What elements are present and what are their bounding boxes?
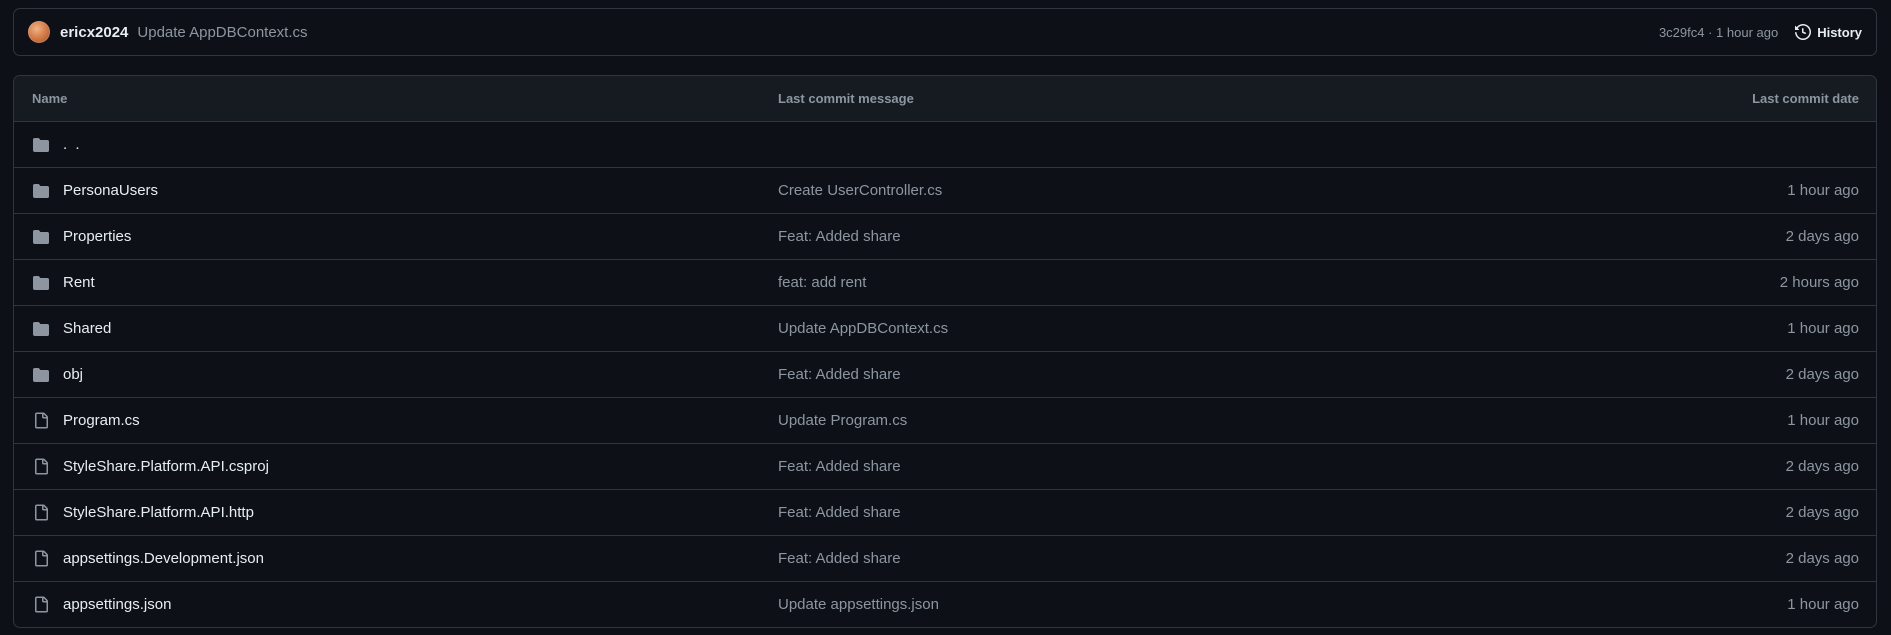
file-row[interactable]: appsettings.json Update appsettings.json… xyxy=(14,582,1876,627)
commit-date: 2 days ago xyxy=(1785,504,1859,521)
folder-icon xyxy=(31,365,51,385)
file-row[interactable]: appsettings.Development.json Feat: Added… xyxy=(14,536,1876,582)
commit-message-link[interactable]: Create UserController.cs xyxy=(778,182,1576,199)
file-name-link[interactable]: Rent xyxy=(63,274,95,291)
file-name-link[interactable]: StyleShare.Platform.API.http xyxy=(63,504,254,521)
commit-message-link[interactable]: Feat: Added share xyxy=(778,550,1576,567)
file-name-link[interactable]: appsettings.json xyxy=(63,596,171,613)
file-name-link[interactable]: StyleShare.Platform.API.csproj xyxy=(63,458,269,475)
commit-hash-time[interactable]: 3c29fc4 · 1 hour ago xyxy=(1659,25,1778,40)
folder-icon xyxy=(31,135,51,155)
commit-message-link[interactable]: Feat: Added share xyxy=(778,366,1576,383)
file-row[interactable]: Rent feat: add rent 2 hours ago xyxy=(14,260,1876,306)
file-row[interactable]: Program.cs Update Program.cs 1 hour ago xyxy=(14,398,1876,444)
file-row[interactable]: Properties Feat: Added share 2 days ago xyxy=(14,214,1876,260)
commit-date: 1 hour ago xyxy=(1787,412,1859,429)
history-button[interactable]: History xyxy=(1795,24,1862,40)
folder-icon xyxy=(31,273,51,293)
folder-icon xyxy=(31,181,51,201)
file-row[interactable]: obj Feat: Added share 2 days ago xyxy=(14,352,1876,398)
commit-date: 1 hour ago xyxy=(1787,596,1859,613)
file-name-link[interactable]: PersonaUsers xyxy=(63,182,158,199)
history-label: History xyxy=(1817,24,1862,40)
file-row[interactable]: StyleShare.Platform.API.http Feat: Added… xyxy=(14,490,1876,536)
history-icon xyxy=(1795,24,1812,40)
commit-date: 2 hours ago xyxy=(1779,274,1859,291)
commit-message-link[interactable]: Feat: Added share xyxy=(778,458,1576,475)
header-message: Last commit message xyxy=(778,91,914,106)
commit-message-link[interactable]: Update appsettings.json xyxy=(778,596,1576,613)
commit-message-link[interactable]: Update AppDBContext.cs xyxy=(778,320,1576,337)
commit-message-link[interactable]: Feat: Added share xyxy=(778,228,1576,245)
table-header: Name Last commit message Last commit dat… xyxy=(14,76,1876,122)
author-avatar[interactable] xyxy=(28,21,50,43)
file-icon xyxy=(31,549,51,569)
commit-date: 2 days ago xyxy=(1785,366,1859,383)
file-rows: PersonaUsers Create UserController.cs 1 … xyxy=(14,168,1876,627)
file-table: Name Last commit message Last commit dat… xyxy=(13,75,1877,628)
file-name-link[interactable]: appsettings.Development.json xyxy=(63,550,264,567)
header-date: Last commit date xyxy=(1752,91,1859,106)
file-row[interactable]: StyleShare.Platform.API.csproj Feat: Add… xyxy=(14,444,1876,490)
commit-author[interactable]: ericx2024 xyxy=(60,24,128,41)
commit-date: 2 days ago xyxy=(1785,550,1859,567)
file-row[interactable]: Shared Update AppDBContext.cs 1 hour ago xyxy=(14,306,1876,352)
file-icon xyxy=(31,411,51,431)
folder-icon xyxy=(31,227,51,247)
commit-date: 1 hour ago xyxy=(1787,182,1859,199)
file-row[interactable]: PersonaUsers Create UserController.cs 1 … xyxy=(14,168,1876,214)
file-name-link[interactable]: Shared xyxy=(63,320,111,337)
commit-message-link[interactable]: feat: add rent xyxy=(778,274,1576,291)
commit-message-link[interactable]: Feat: Added share xyxy=(778,504,1576,521)
file-icon xyxy=(31,503,51,523)
latest-commit-bar: ericx2024 Update AppDBContext.cs 3c29fc4… xyxy=(13,8,1877,56)
file-icon xyxy=(31,457,51,477)
parent-directory-link[interactable]: . . xyxy=(63,136,82,153)
header-name: Name xyxy=(32,91,68,106)
file-name-link[interactable]: Properties xyxy=(63,228,131,245)
commit-date: 2 days ago xyxy=(1785,458,1859,475)
commit-date: 2 days ago xyxy=(1785,228,1859,245)
commit-date: 1 hour ago xyxy=(1787,320,1859,337)
folder-icon xyxy=(31,319,51,339)
file-name-link[interactable]: Program.cs xyxy=(63,412,140,429)
parent-directory-row[interactable]: . . xyxy=(14,122,1876,168)
commit-message[interactable]: Update AppDBContext.cs xyxy=(137,24,307,41)
file-name-link[interactable]: obj xyxy=(63,366,83,383)
commit-message-link[interactable]: Update Program.cs xyxy=(778,412,1576,429)
file-icon xyxy=(31,595,51,615)
